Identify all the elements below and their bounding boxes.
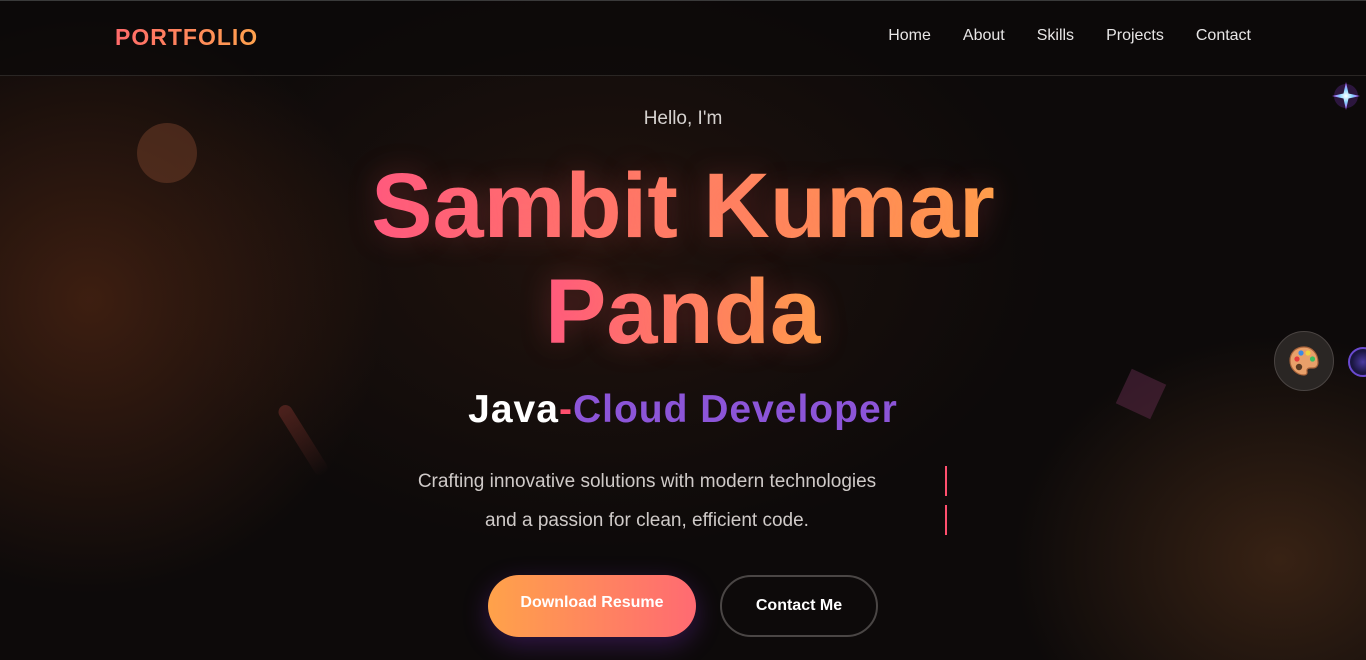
nav-link-skills[interactable]: Skills (1037, 27, 1074, 45)
typing-caret (945, 505, 947, 535)
hero-name-line-1: Sambit Kumar (0, 160, 1366, 252)
download-resume-button[interactable]: Download Resume (488, 575, 696, 637)
contact-me-button[interactable]: Contact Me (720, 575, 878, 637)
role-java: Java (468, 388, 559, 431)
hero-greeting: Hello, I'm (643, 108, 723, 129)
navbar: PORTFOLIO Home About Skills Projects Con… (0, 0, 1366, 76)
nav-link-projects[interactable]: Projects (1106, 27, 1164, 45)
theme-toggle-button[interactable] (1274, 331, 1334, 391)
nav-link-home[interactable]: Home (888, 27, 931, 45)
hero-name-last: Panda (544, 261, 822, 363)
nav-link-about[interactable]: About (963, 27, 1005, 45)
nav-links: Home About Skills Projects Contact (888, 27, 1251, 45)
hero-section: Hello, I'm Sambit Kumar Panda Java-Cloud… (0, 0, 1366, 660)
typing-caret (945, 466, 947, 496)
hero-tagline-line-2: and a passion for clean, efficient code. (485, 510, 809, 531)
hero-name-line-2: Panda (0, 266, 1366, 358)
portfolio-page: PORTFOLIO Home About Skills Projects Con… (0, 0, 1366, 660)
hero-name-first: Sambit Kumar (371, 155, 995, 257)
hero-tagline-line-1: Crafting innovative solutions with moder… (417, 471, 877, 492)
role-dash: - (558, 388, 573, 431)
site-logo[interactable]: PORTFOLIO (115, 24, 258, 51)
palette-icon (1289, 346, 1319, 376)
nav-link-contact[interactable]: Contact (1196, 27, 1251, 45)
role-cloud-developer: Cloud Developer (572, 388, 898, 431)
hero-role: Java-Cloud Developer (0, 388, 1366, 432)
